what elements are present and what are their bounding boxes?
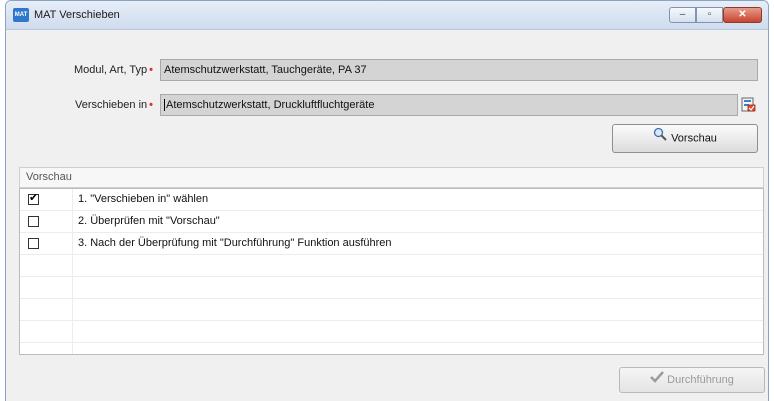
preview-grid: ✔ 1. "Verschieben in" wählen 2. Überprüfen… (19, 188, 764, 355)
title-bar[interactable]: MAT MAT Verschieben – ▫ ✕ (6, 1, 768, 30)
minimize-button[interactable]: – (669, 7, 696, 23)
modul-field: Atemschutzwerkstatt, Tauchgeräte, PA 37 (160, 59, 758, 81)
modul-label-text: Modul, Art, Typ (73, 64, 148, 76)
verschieben-label-text: Verschieben in (74, 99, 148, 111)
maximize-button[interactable]: ▫ (696, 7, 723, 23)
close-icon: ✕ (738, 9, 747, 20)
app-icon: MAT (13, 8, 29, 22)
row-checkbox[interactable] (28, 216, 39, 227)
required-marker: • (149, 99, 153, 111)
preview-row[interactable]: ✔ 1. "Verschieben in" wählen (20, 189, 763, 211)
preview-row[interactable]: 3. Nach der Überprüfung mit "Durchführun… (20, 233, 763, 255)
execute-button-label: Durchführung (667, 374, 734, 386)
maximize-icon: ▫ (707, 9, 712, 20)
preview-button-label: Vorschau (671, 132, 717, 145)
preview-row (20, 299, 763, 321)
execute-button[interactable]: Durchführung (619, 367, 765, 393)
preview-row (20, 321, 763, 343)
checkmark-icon: ✔ (29, 192, 39, 204)
row-text: 1. "Verschieben in" wählen (78, 193, 209, 205)
row-checkbox[interactable] (28, 238, 39, 249)
row-text: 3. Nach der Überprüfung mit "Durchführun… (78, 237, 392, 249)
row-checkbox[interactable]: ✔ (28, 192, 39, 205)
verschieben-field[interactable]: Atemschutzwerkstatt, Druckluftfluchtgerä… (160, 94, 738, 116)
preview-row (20, 255, 763, 277)
preview-row[interactable]: 2. Überprüfen mit "Vorschau" (20, 211, 763, 233)
preview-section-header: Vorschau (19, 167, 764, 188)
modul-label: Modul, Art, Typ • (13, 64, 153, 76)
preview-row (20, 277, 763, 299)
check-icon (650, 368, 665, 392)
verschieben-value: Atemschutzwerkstatt, Druckluftfluchtgerä… (166, 99, 375, 111)
required-marker: • (149, 64, 153, 76)
minimize-icon: – (679, 9, 686, 20)
close-button[interactable]: ✕ (723, 7, 762, 23)
preview-button[interactable]: Vorschau (612, 124, 758, 153)
picker-icon[interactable] (741, 97, 756, 112)
text-caret (164, 99, 165, 112)
window-title: MAT Verschieben (34, 9, 120, 21)
row-text: 2. Überprüfen mit "Vorschau" (78, 215, 220, 227)
magnifier-icon (653, 125, 667, 152)
verschieben-label: Verschieben in • (13, 99, 153, 111)
